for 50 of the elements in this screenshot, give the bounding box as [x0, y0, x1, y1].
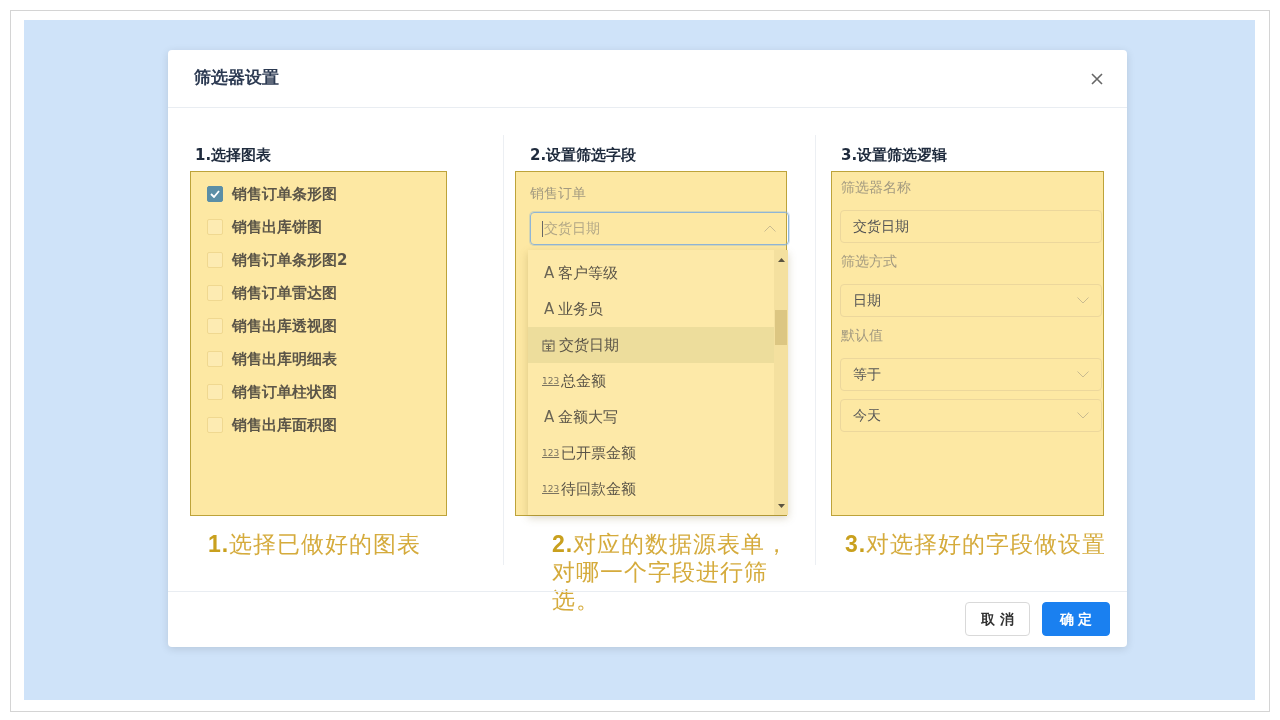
dropdown-option[interactable]: A 业务员 — [528, 291, 774, 327]
calendar-icon — [542, 338, 555, 352]
field-label: 筛选方式 — [840, 252, 898, 271]
confirm-button[interactable]: 确 定 — [1042, 602, 1110, 636]
text-cursor-icon — [542, 220, 543, 237]
dropdown-option[interactable]: A 金额大写 — [528, 399, 774, 435]
chevron-down-icon — [1077, 412, 1089, 419]
checkbox-label[interactable]: 销售出库饼图 — [232, 216, 322, 237]
checkbox-label[interactable]: 销售出库明细表 — [232, 348, 337, 369]
number-type-icon: 123 — [542, 447, 560, 459]
number-type-icon: 123 — [542, 375, 560, 387]
scroll-down-icon[interactable] — [777, 504, 785, 508]
scroll-up-icon[interactable] — [777, 258, 785, 262]
checkbox-label[interactable]: 销售出库面积图 — [232, 414, 337, 435]
field-label: 默认值 — [840, 326, 884, 345]
text-type-icon: A — [544, 408, 555, 426]
name-input[interactable]: 交货日期 — [840, 210, 1102, 243]
section-title: 2.设置筛选字段 — [529, 145, 638, 165]
checkbox-label[interactable]: 销售订单雷达图 — [232, 282, 337, 303]
dropdown-option[interactable]: A 客户等级 — [528, 255, 774, 291]
number-type-icon: 123 — [542, 483, 560, 495]
chevron-down-icon — [1077, 371, 1089, 378]
checkbox-label[interactable]: 销售订单柱状图 — [232, 381, 337, 402]
annotation-caption: 1.选择已做好的图表 — [208, 530, 423, 558]
source-label: 销售订单 — [530, 184, 587, 203]
checkmark-icon — [210, 189, 220, 198]
close-icon — [1091, 72, 1103, 85]
section-title: 3.设置筛选逻辑 — [840, 145, 949, 165]
chevron-down-icon — [1077, 297, 1089, 304]
field-select[interactable]: 交货日期 — [530, 212, 789, 245]
close-button[interactable] — [1091, 72, 1103, 85]
dropdown-option[interactable]: 交货日期 — [528, 327, 774, 363]
chevron-up-icon — [764, 225, 776, 232]
text-type-icon: A — [544, 300, 555, 318]
select-field[interactable]: 今天 — [840, 399, 1102, 432]
checkbox-label[interactable]: 销售出库透视图 — [232, 315, 337, 336]
text-type-icon: A — [544, 264, 555, 282]
cancel-button[interactable]: 取 消 — [965, 602, 1030, 636]
field-label: 筛选器名称 — [840, 178, 912, 197]
field-search-input[interactable]: 交货日期 — [544, 218, 764, 239]
dialog-title: 筛选器设置 — [194, 65, 279, 89]
annotation-caption: 3.对选择好的字段做设置 — [845, 530, 1108, 558]
select-field[interactable]: 日期 — [840, 284, 1102, 317]
select-field[interactable]: 等于 — [840, 358, 1102, 391]
annotation-caption: 2.对应的数据源表单，对哪一个字段进行筛选。 — [552, 530, 791, 614]
checkbox-label[interactable]: 销售订单条形图2 — [232, 249, 348, 270]
checkbox[interactable] — [207, 185, 223, 202]
scrollbar-thumb[interactable] — [775, 310, 787, 345]
checkbox-label[interactable]: 销售订单条形图 — [232, 183, 337, 204]
section-title: 1.选择图表 — [194, 145, 273, 165]
